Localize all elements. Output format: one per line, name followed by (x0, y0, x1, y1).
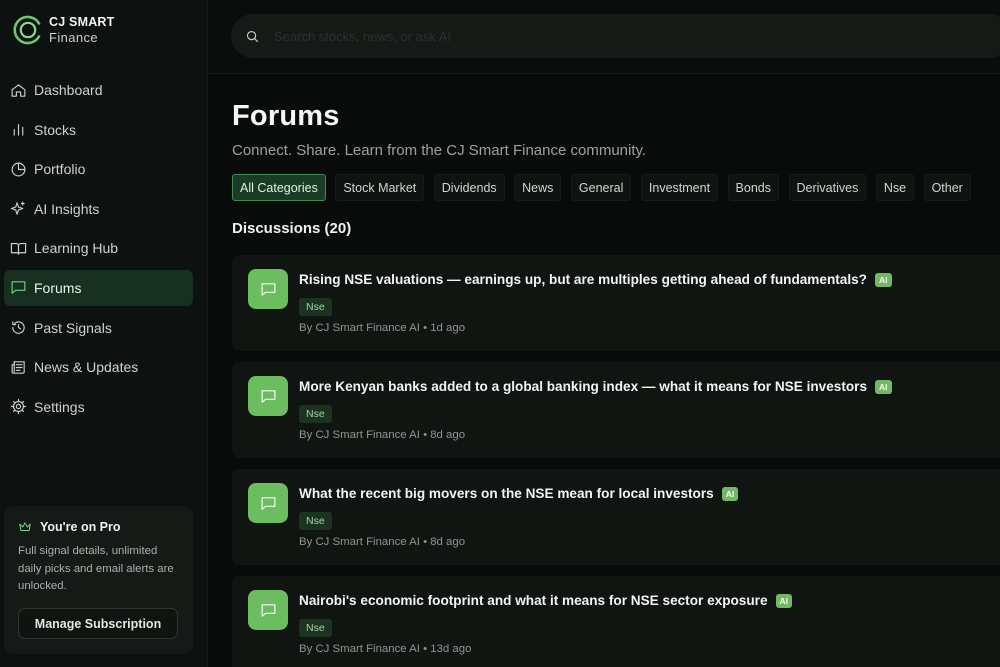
ai-badge: AI (875, 379, 892, 394)
discussion-meta: By CJ Smart Finance AI • 13d ago (299, 643, 472, 655)
chat-icon (10, 279, 27, 296)
discussion-title[interactable]: Rising NSE valuations — earnings up, but… (299, 272, 867, 287)
home-icon (10, 82, 27, 99)
history-icon (10, 319, 27, 336)
pro-plan-description: Full signal details, unlimited daily pic… (18, 545, 174, 592)
discussion-meta: By CJ Smart Finance AI • 8d ago (299, 536, 466, 548)
sidebar-item-portfolio[interactable]: Portfolio (4, 151, 193, 187)
category-filters: All Categories Stock Market Dividends Ne… (232, 174, 980, 201)
brand-logo[interactable]: CJ SMART Finance (12, 14, 115, 46)
category-chip-derivatives[interactable]: Derivatives (788, 174, 867, 201)
sidebar-item-label: AI Insights (34, 200, 100, 217)
sidebar-item-stocks[interactable]: Stocks (4, 112, 193, 148)
sidebar-item-label: Stocks (34, 121, 77, 138)
discussion-meta: By CJ Smart Finance AI • 8d ago (299, 429, 466, 441)
pro-plan-card: You're on Pro Full signal details, unlim… (4, 506, 193, 654)
sidebar-item-label: News & Updates (34, 359, 139, 376)
discussion-meta: By CJ Smart Finance AI • 1d ago (299, 322, 466, 334)
forums-main: Forums Connect. Share. Learn from the CJ… (232, 74, 1000, 667)
sidebar-item-label: Settings (34, 398, 85, 415)
sidebar-item-ai-insights[interactable]: AI Insights (4, 191, 193, 227)
pie-chart-icon (10, 161, 27, 178)
sidebar-item-label: Learning Hub (34, 240, 119, 257)
discussion-chat-icon (248, 376, 288, 416)
sparkles-icon (10, 200, 27, 217)
discussion-chat-icon (248, 269, 288, 309)
category-chip-dividends[interactable]: Dividends (433, 174, 505, 201)
discussion-title[interactable]: What the recent big movers on the NSE me… (299, 486, 714, 501)
sidebar-item-label: Past Signals (34, 319, 112, 336)
category-chip-bonds[interactable]: Bonds (727, 174, 779, 201)
ai-badge: AI (875, 272, 892, 287)
sidebar-item-label: Forums (34, 279, 82, 296)
ai-badge: AI (775, 593, 793, 608)
search-input[interactable] (274, 28, 874, 44)
category-chip-other[interactable]: Other (923, 174, 971, 201)
sidebar: CJ SMART Finance Dashboard Stocks Portfo… (0, 0, 208, 667)
book-icon (10, 240, 27, 257)
sidebar-item-forums[interactable]: Forums (4, 269, 193, 306)
discussion-title[interactable]: Nairobi's economic footprint and what it… (299, 593, 768, 608)
discussion-card[interactable]: What the recent big movers on the NSE me… (232, 469, 1000, 565)
category-chip-investment[interactable]: Investment (640, 174, 719, 201)
discussion-list: Rising NSE valuations — earnings up, but… (232, 255, 1000, 667)
sidebar-item-settings[interactable]: Settings (4, 389, 193, 425)
category-chip-nse[interactable]: Nse (875, 174, 915, 201)
category-chip-general[interactable]: General (570, 174, 632, 201)
brand-subname: Finance (49, 29, 99, 45)
category-chip-stock-market[interactable]: Stock Market (335, 174, 425, 201)
manage-subscription-button[interactable]: Manage Subscription (18, 608, 178, 639)
discussion-tag[interactable]: Nse (299, 512, 332, 530)
sidebar-item-learning-hub[interactable]: Learning Hub (4, 230, 193, 266)
pro-plan-title: You're on Pro (40, 520, 121, 534)
page-title: Forums (232, 100, 340, 132)
discussion-chat-icon (248, 483, 288, 523)
sidebar-nav: Dashboard Stocks Portfolio AI Insights L… (4, 72, 193, 428)
sidebar-item-dashboard[interactable]: Dashboard (4, 72, 193, 108)
sidebar-item-label: Dashboard (34, 82, 103, 98)
crown-icon (19, 522, 31, 531)
discussions-heading: Discussions (20) (232, 220, 352, 237)
discussion-chat-icon (248, 590, 288, 630)
search-icon (246, 30, 259, 42)
brand-name: CJ SMART (49, 15, 115, 30)
category-chip-all-categories[interactable]: All Categories (232, 174, 326, 201)
discussion-card[interactable]: More Kenyan banks added to a global bank… (232, 362, 1000, 458)
page-subtitle: Connect. Share. Learn from the CJ Smart … (232, 142, 647, 159)
discussion-title[interactable]: More Kenyan banks added to a global bank… (299, 379, 867, 394)
discussion-tag[interactable]: Nse (299, 405, 332, 423)
ai-badge: AI (721, 486, 739, 501)
sidebar-item-past-signals[interactable]: Past Signals (4, 310, 193, 346)
newspaper-icon (10, 359, 27, 376)
top-bar (209, 0, 1000, 74)
category-chip-news[interactable]: News (514, 174, 562, 201)
discussion-card[interactable]: Rising NSE valuations — earnings up, but… (232, 255, 1000, 351)
discussion-card[interactable]: Nairobi's economic footprint and what it… (232, 576, 1000, 667)
discussion-tag[interactable]: Nse (299, 298, 332, 316)
logo-icon (13, 15, 41, 45)
sidebar-item-news-updates[interactable]: News & Updates (4, 349, 193, 385)
discussion-tag[interactable]: Nse (299, 619, 332, 637)
search-bar[interactable] (231, 14, 1000, 58)
gear-icon (10, 398, 27, 415)
sidebar-item-label: Portfolio (34, 161, 86, 178)
bar-chart-icon (10, 121, 27, 138)
